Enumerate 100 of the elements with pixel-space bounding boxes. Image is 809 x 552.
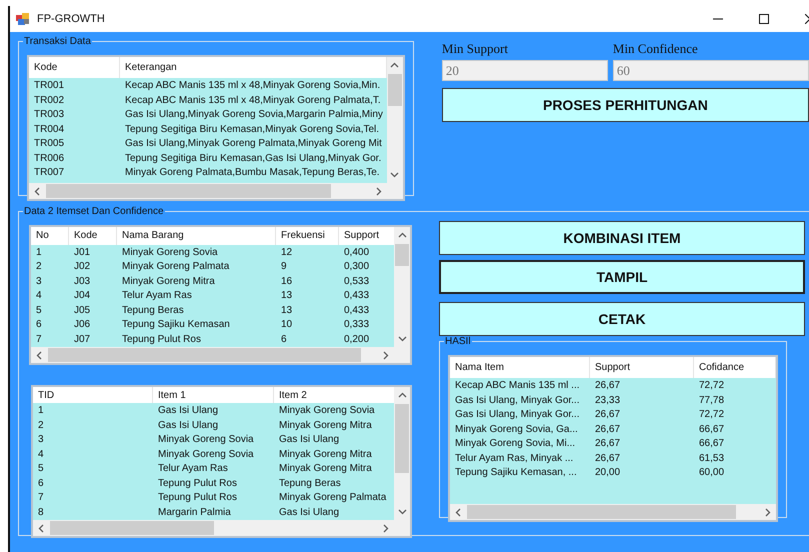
table-cell-text: Gas Isi Ulang — [278, 433, 340, 447]
table-cell-text: 7 — [37, 491, 45, 505]
table-cell-text: 26,67 — [594, 452, 622, 466]
scroll-right-icon[interactable] — [374, 186, 383, 196]
group-title: Transaksi Data — [23, 36, 92, 47]
table-cell-text: Gas Isi Ulang,Minyak Goreng Sovia,Margarin Palmia,Miny — [124, 108, 384, 122]
scroll-right-icon[interactable] — [763, 508, 772, 516]
field-label: Min Confidence — [612, 41, 699, 56]
table-cell-text: 0,433 — [343, 304, 370, 318]
table-cell-text: 77,78 — [698, 394, 726, 408]
maximize-icon[interactable] — [759, 14, 769, 24]
scroll-right-icon[interactable] — [381, 524, 390, 532]
table-cell-text: Minyak Goreng Sovia — [157, 433, 255, 447]
vertical-scrollbar[interactable] — [394, 227, 410, 347]
table-cell-text: Gas Isi Ulang, Minyak Gor... — [454, 394, 580, 408]
table-cell-text: Minyak Goreng Sovia — [157, 448, 255, 462]
table-cell-text: 7 — [35, 332, 43, 346]
scroll-thumb[interactable] — [50, 521, 214, 535]
table-cell-text: 0,300 — [343, 260, 370, 274]
table-cell-text: TR006 — [33, 152, 66, 166]
table-cell-text: 60,00 — [698, 466, 726, 480]
table-cell-text: 13 — [280, 304, 294, 318]
table-cell-text: 2 — [37, 418, 45, 432]
table-cell-text: Gas Isi Ulang — [157, 404, 220, 418]
scroll-left-icon[interactable] — [37, 524, 46, 532]
field-label: Min Support — [442, 41, 509, 56]
table-cell-text: 0,200 — [343, 332, 370, 346]
table-cell-text: J03 — [73, 274, 92, 288]
table-cell-text: 6 — [35, 318, 43, 332]
horizontal-scrollbar[interactable] — [31, 347, 394, 363]
table-cell-text: 1 — [35, 246, 43, 260]
table-cell-text: 3 — [37, 433, 45, 447]
group-title: Data 2 Itemset Dan Confidence — [23, 206, 165, 217]
horizontal-scrollbar[interactable] — [450, 504, 776, 520]
list-view[interactable] — [31, 385, 412, 538]
scroll-thumb[interactable] — [395, 244, 409, 266]
scroll-right-icon[interactable] — [381, 350, 390, 360]
table-cell-text: 12 — [280, 246, 294, 260]
table-cell-text: Tepung Pulut Ros — [121, 332, 202, 346]
table-cell-text: 5 — [37, 462, 45, 476]
table-cell-text: 6 — [280, 332, 288, 346]
scroll-down-icon[interactable] — [398, 334, 406, 343]
table-cell-text: Gas Isi Ulang, Minyak Gor... — [454, 408, 580, 422]
list-view[interactable] — [448, 355, 778, 522]
table-cell-text: J06 — [73, 318, 92, 332]
table-cell-text: J02 — [73, 260, 92, 274]
horizontal-scrollbar[interactable] — [33, 520, 394, 536]
horizontal-scrollbar[interactable] — [29, 183, 387, 199]
table-cell-text: J07 — [73, 332, 92, 346]
vertical-scrollbar[interactable] — [386, 57, 403, 183]
table-cell-text: Minyak Goreng Sovia — [278, 404, 376, 418]
table-cell-text: 9 — [280, 260, 288, 274]
table-cell-text: Tepung Sajiku Kemasan, ... — [454, 466, 578, 480]
scroll-up-icon[interactable] — [398, 231, 406, 240]
app-icon — [16, 13, 30, 25]
action-button[interactable]: KOMBINASI ITEM — [439, 221, 805, 255]
scroll-thumb[interactable] — [467, 505, 736, 519]
table-cell-text: Minyak Goreng Mitra — [278, 418, 373, 432]
scroll-down-icon[interactable] — [398, 507, 406, 516]
table-cell-text: 3 — [35, 274, 43, 288]
table-cell-text: 66,67 — [698, 437, 726, 451]
scroll-thumb[interactable] — [46, 184, 332, 198]
scroll-left-icon[interactable] — [35, 350, 44, 360]
scroll-up-icon[interactable] — [398, 391, 406, 400]
table-cell-text: 0,533 — [343, 274, 370, 288]
scroll-down-icon[interactable] — [390, 170, 400, 179]
action-button[interactable]: CETAK — [439, 302, 805, 336]
table-cell-text: Tepung Sajiku Kemasan — [121, 318, 231, 332]
scroll-thumb[interactable] — [388, 74, 402, 106]
table-cell-text: 8 — [37, 506, 45, 520]
scroll-thumb[interactable] — [395, 404, 409, 474]
table-cell-text: Minyak Goreng Sovia, Mi... — [454, 437, 576, 451]
list-view[interactable] — [27, 55, 405, 201]
scroll-up-icon[interactable] — [390, 61, 400, 70]
table-cell-text: J04 — [73, 289, 92, 303]
table-cell-text: Tepung Pulut Ros — [157, 476, 238, 490]
table-cell-text: Gas Isi Ulang — [278, 506, 340, 520]
table-cell-text: 13 — [280, 289, 294, 303]
table-cell-text: 26,67 — [594, 437, 622, 451]
table-cell-text: J01 — [73, 246, 92, 260]
table-cell-text: Minyak Goreng Palmata — [278, 491, 388, 505]
table-cell-text: Minyak Goreng Mitra — [121, 274, 216, 288]
list-view[interactable] — [29, 225, 412, 365]
table-cell-text: Telur Ayam Ras, Minyak ... — [454, 452, 574, 466]
table-cell-text: TR002 — [33, 94, 66, 108]
table-cell-text: 0,433 — [343, 289, 370, 303]
table-cell-text: Tepung Segitiga Biru Kemasan,Gas Isi Ulang,Minyak Gor. — [124, 152, 382, 166]
table-cell-text: Telur Ayam Ras — [157, 462, 229, 476]
process-button[interactable]: PROSES PERHITUNGAN — [442, 88, 809, 122]
table-cell-text: Kecap ABC Manis 135 ml ... — [454, 379, 581, 393]
scroll-left-icon[interactable] — [33, 186, 42, 196]
scroll-thumb[interactable] — [48, 348, 361, 362]
table-cell-text: 66,67 — [698, 422, 726, 436]
table-cell-text: 10 — [280, 318, 294, 332]
table-cell-text: 26,67 — [594, 408, 622, 422]
vertical-scrollbar[interactable] — [394, 387, 410, 520]
action-button[interactable]: TAMPIL — [439, 260, 805, 294]
table-cell-text: Kecap ABC Manis 135 ml x 48,Minyak Goreng Palmata,T. — [124, 94, 382, 108]
table-cell-text: 72,72 — [698, 408, 726, 422]
scroll-left-icon[interactable] — [454, 508, 463, 516]
